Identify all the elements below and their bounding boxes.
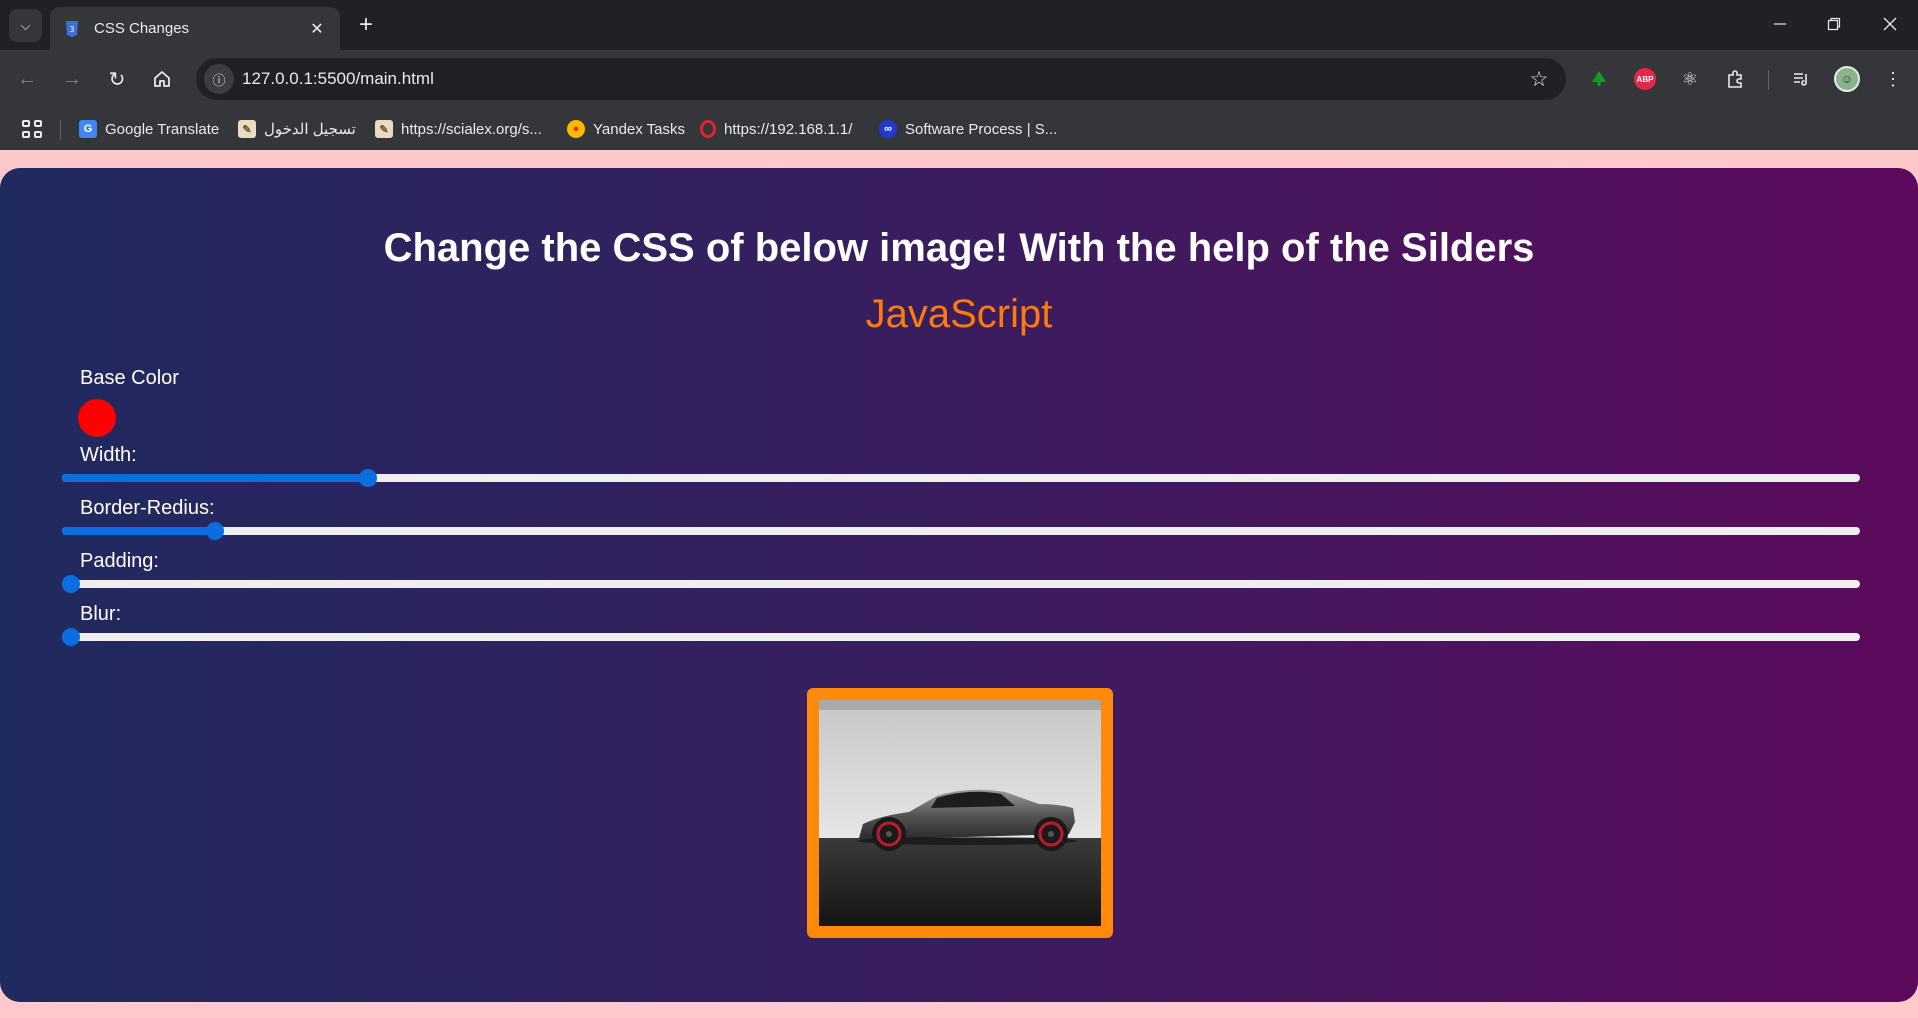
scialex-icon: ✎ bbox=[238, 120, 256, 138]
new-tab-button[interactable]: + bbox=[352, 11, 380, 39]
bookmarks-bar: G Google Translate ✎ تسجيل الدخول ✎ http… bbox=[0, 108, 1918, 150]
tab-close-icon[interactable]: ✕ bbox=[306, 18, 328, 40]
arrow-left-icon: ← bbox=[17, 67, 37, 90]
width-label: Width: bbox=[80, 444, 137, 466]
bookmark-scialex[interactable]: ✎ https://scialex.org/s... bbox=[375, 117, 542, 141]
home-button[interactable] bbox=[145, 62, 179, 96]
base-color-label: Base Color bbox=[80, 367, 179, 389]
menu-kebab-icon[interactable]: ⋮ bbox=[1878, 64, 1908, 94]
bookmark-label: Yandex Tasks bbox=[593, 120, 685, 138]
browser-toolbar: ← → ↻ ⓘ 127.0.0.1:5500/main.html ☆ ABP ⚛… bbox=[0, 50, 1918, 108]
restore-button[interactable] bbox=[1816, 8, 1852, 40]
close-window-button[interactable] bbox=[1872, 8, 1908, 40]
tree-extension-icon[interactable] bbox=[1584, 64, 1614, 94]
apps-grid-icon[interactable] bbox=[20, 118, 42, 140]
border-radius-slider[interactable] bbox=[62, 522, 1860, 540]
back-button[interactable]: ← bbox=[10, 62, 44, 96]
slider-fill bbox=[62, 474, 368, 482]
arrow-right-icon: → bbox=[62, 67, 82, 90]
slider-fill bbox=[62, 527, 215, 535]
bookmark-label: تسجيل الدخول bbox=[264, 121, 356, 138]
padding-label: Padding: bbox=[80, 550, 159, 572]
svg-text:3: 3 bbox=[69, 25, 74, 34]
slider-thumb[interactable] bbox=[205, 522, 224, 540]
chevron-down-icon: ⌵ bbox=[20, 17, 31, 33]
forward-button[interactable]: → bbox=[55, 62, 89, 96]
bookmark-yandex-tasks[interactable]: ● Yandex Tasks bbox=[567, 117, 685, 141]
blur-label: Blur: bbox=[80, 603, 122, 625]
width-slider[interactable] bbox=[62, 469, 1860, 487]
bookmark-label: Software Process | S... bbox=[905, 120, 1058, 138]
minimize-button[interactable] bbox=[1762, 8, 1798, 40]
blur-slider[interactable] bbox=[62, 628, 1860, 646]
page-viewport: Change the CSS of below image! With the … bbox=[0, 150, 1918, 1018]
avatar: ☺ bbox=[1834, 66, 1860, 92]
profile-avatar[interactable]: ☺ bbox=[1832, 64, 1862, 94]
bookmark-login[interactable]: ✎ تسجيل الدخول bbox=[238, 117, 356, 141]
page-title: Change the CSS of below image! With the … bbox=[383, 226, 1535, 270]
bookmark-google-translate[interactable]: G Google Translate bbox=[79, 117, 219, 141]
base-color-picker[interactable] bbox=[78, 399, 116, 437]
active-tab[interactable]: 3 CSS Changes ✕ bbox=[50, 7, 340, 50]
scialex-icon: ✎ bbox=[375, 120, 393, 138]
toolbar-divider bbox=[1768, 70, 1769, 90]
bookmarks-divider bbox=[60, 120, 61, 140]
bookmark-label: Google Translate bbox=[105, 120, 220, 138]
tab-search-button[interactable]: ⌵ bbox=[9, 9, 42, 42]
react-devtools-icon[interactable]: ⚛ bbox=[1675, 64, 1705, 94]
car-image bbox=[819, 700, 1101, 926]
extensions-puzzle-icon[interactable] bbox=[1720, 64, 1750, 94]
url-text[interactable]: 127.0.0.1:5500/main.html bbox=[242, 69, 434, 89]
tab-bar: ⌵ 3 CSS Changes ✕ + bbox=[0, 0, 1918, 50]
site-info-icon[interactable]: ⓘ bbox=[204, 64, 234, 94]
tab-title: CSS Changes bbox=[94, 20, 190, 37]
border-radius-label: Border-Redius: bbox=[80, 497, 215, 519]
address-bar[interactable]: ⓘ 127.0.0.1:5500/main.html ☆ bbox=[196, 58, 1566, 100]
opera-icon bbox=[700, 120, 716, 138]
google-translate-icon: G bbox=[79, 120, 97, 138]
padding-slider[interactable] bbox=[62, 575, 1860, 593]
slider-thumb[interactable] bbox=[358, 469, 377, 487]
bookmark-label: https://192.168.1.1/ bbox=[724, 120, 853, 138]
page-subtitle: JavaScript bbox=[865, 292, 1053, 336]
slider-thumb[interactable] bbox=[62, 628, 80, 646]
styled-image-frame bbox=[807, 688, 1113, 938]
bookmark-label: https://scialex.org/s... bbox=[401, 120, 542, 138]
bookmark-router[interactable]: https://192.168.1.1/ bbox=[700, 117, 852, 141]
adblock-plus-icon[interactable]: ABP bbox=[1630, 64, 1660, 94]
reload-button[interactable]: ↻ bbox=[100, 62, 134, 96]
bookmark-software-process[interactable]: ∞ Software Process | S... bbox=[879, 117, 1057, 141]
reload-icon: ↻ bbox=[108, 68, 126, 91]
css-favicon-icon: 3 bbox=[64, 20, 80, 37]
content-card: Change the CSS of below image! With the … bbox=[0, 168, 1918, 1002]
slider-thumb[interactable] bbox=[62, 575, 80, 593]
bookmark-star-icon[interactable]: ☆ bbox=[1526, 66, 1552, 92]
home-icon bbox=[154, 71, 170, 87]
yandex-icon: ● bbox=[567, 120, 585, 138]
link-icon: ∞ bbox=[879, 120, 897, 138]
media-controls-icon[interactable] bbox=[1786, 64, 1816, 94]
